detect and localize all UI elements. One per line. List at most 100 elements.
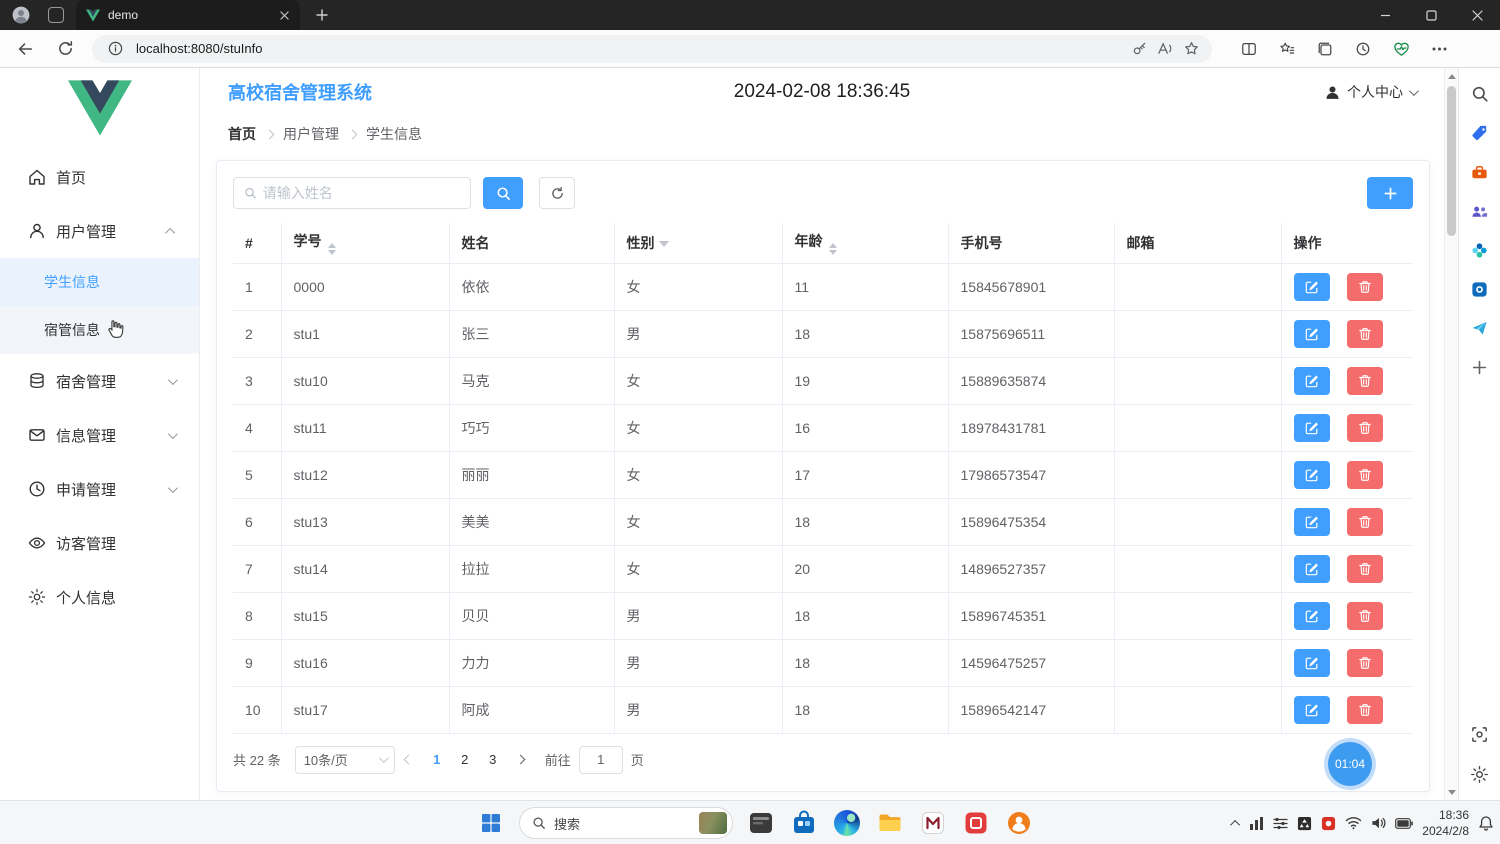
edit-button[interactable] xyxy=(1294,461,1330,489)
recording-timer-bubble[interactable]: 01:04 xyxy=(1328,742,1372,786)
search-button[interactable] xyxy=(483,177,523,209)
delete-button[interactable] xyxy=(1347,414,1383,442)
prev-page-button[interactable] xyxy=(395,746,423,774)
url-text[interactable]: localhost:8080/stuInfo xyxy=(136,41,1126,56)
sidebar-item-home[interactable]: 首页 xyxy=(0,150,199,204)
delete-button[interactable] xyxy=(1347,649,1383,677)
page-size-select[interactable]: 10条/页 xyxy=(295,746,395,774)
person-app-icon[interactable] xyxy=(1004,808,1034,838)
page-button-2[interactable]: 2 xyxy=(451,746,479,774)
notification-bell-icon[interactable] xyxy=(1478,815,1494,832)
breadcrumb-user-management[interactable]: 用户管理 xyxy=(283,124,339,144)
search-input[interactable] xyxy=(263,185,460,201)
page-jumper-input[interactable] xyxy=(579,746,623,774)
tray-graph-icon[interactable] xyxy=(1249,817,1264,830)
start-button[interactable] xyxy=(476,808,506,838)
microsoft-365-icon[interactable] xyxy=(1466,236,1494,264)
name-search-field[interactable] xyxy=(233,177,471,209)
edit-button[interactable] xyxy=(1294,602,1330,630)
edit-button[interactable] xyxy=(1294,273,1330,301)
tray-ime-icon[interactable] xyxy=(1297,816,1312,831)
edit-button[interactable] xyxy=(1294,414,1330,442)
delete-button[interactable] xyxy=(1347,273,1383,301)
designer-icon[interactable] xyxy=(1466,275,1494,303)
delete-button[interactable] xyxy=(1347,555,1383,583)
delete-button[interactable] xyxy=(1347,461,1383,489)
favorites-icon[interactable] xyxy=(1272,34,1302,64)
collections-icon[interactable] xyxy=(1310,34,1340,64)
profile-avatar-icon[interactable] xyxy=(12,6,30,24)
add-student-button[interactable] xyxy=(1367,177,1413,209)
people-icon[interactable] xyxy=(1466,197,1494,225)
profile-menu[interactable]: 个人中心 xyxy=(1324,82,1416,102)
delete-button[interactable] xyxy=(1347,367,1383,395)
page-button-3[interactable]: 3 xyxy=(479,746,507,774)
reload-icon[interactable] xyxy=(50,34,80,64)
toolbox-icon[interactable] xyxy=(1466,158,1494,186)
history-icon[interactable] xyxy=(1348,34,1378,64)
delete-button[interactable] xyxy=(1347,508,1383,536)
battery-icon[interactable] xyxy=(1395,818,1413,829)
split-screen-icon[interactable] xyxy=(1234,34,1264,64)
volume-icon[interactable] xyxy=(1371,816,1386,830)
breadcrumb-home[interactable]: 首页 xyxy=(228,124,256,144)
taskbar-search-box[interactable]: 搜索 xyxy=(519,807,733,839)
browser-tab[interactable]: demo xyxy=(76,0,300,30)
delete-button[interactable] xyxy=(1347,696,1383,724)
sidebar-item-visitor-management[interactable]: 访客管理 xyxy=(0,516,199,570)
scrollbar-thumb[interactable] xyxy=(1447,86,1456,236)
new-tab-button[interactable] xyxy=(310,3,334,27)
read-aloud-icon[interactable] xyxy=(1152,36,1178,62)
wifi-icon[interactable] xyxy=(1345,816,1362,830)
next-page-button[interactable] xyxy=(507,746,535,774)
drop-icon[interactable] xyxy=(1466,314,1494,342)
minimize-button[interactable] xyxy=(1362,0,1408,30)
sidebar-item-dorm-manager-info[interactable]: 宿管信息 xyxy=(0,306,199,354)
sidebar-item-user-management[interactable]: 用户管理 xyxy=(0,204,199,258)
sidebar-item-info-management[interactable]: 信息管理 xyxy=(0,408,199,462)
sort-icons[interactable] xyxy=(829,243,837,255)
edit-button[interactable] xyxy=(1294,508,1330,536)
refresh-button[interactable] xyxy=(539,177,575,209)
add-sidebar-app-icon[interactable] xyxy=(1466,353,1494,381)
tray-red-app-icon[interactable] xyxy=(1321,816,1336,831)
more-menu-icon[interactable] xyxy=(1424,34,1454,64)
tray-mixer-icon[interactable] xyxy=(1273,817,1288,830)
taskbar-clock[interactable]: 18:36 2024/2/8 xyxy=(1422,807,1469,839)
sidebar-settings-gear-icon[interactable] xyxy=(1466,760,1494,788)
file-explorer-icon[interactable] xyxy=(875,808,905,838)
scroll-down-arrow[interactable] xyxy=(1445,784,1459,800)
edit-button[interactable] xyxy=(1294,367,1330,395)
browser-essentials-icon[interactable] xyxy=(1386,34,1416,64)
password-key-icon[interactable] xyxy=(1126,36,1152,62)
maximize-button[interactable] xyxy=(1408,0,1454,30)
site-info-icon[interactable] xyxy=(102,36,128,62)
back-icon[interactable] xyxy=(10,34,40,64)
workspaces-icon[interactable] xyxy=(48,7,64,23)
screen-capture-icon[interactable] xyxy=(1466,720,1494,748)
address-bar[interactable]: localhost:8080/stuInfo xyxy=(92,35,1212,63)
sort-icons[interactable] xyxy=(328,243,336,255)
red-app-icon[interactable] xyxy=(961,808,991,838)
mail-m-app-icon[interactable] xyxy=(918,808,948,838)
sidebar-item-dorm-management[interactable]: 宿舍管理 xyxy=(0,354,199,408)
dark-window-app-icon[interactable] xyxy=(746,808,776,838)
scroll-up-arrow[interactable] xyxy=(1445,68,1459,84)
store-app-icon[interactable] xyxy=(789,808,819,838)
sidebar-search-icon[interactable] xyxy=(1466,80,1494,108)
filter-icon[interactable] xyxy=(659,241,669,247)
edit-button[interactable] xyxy=(1294,696,1330,724)
vertical-scrollbar[interactable] xyxy=(1444,68,1458,800)
edit-button[interactable] xyxy=(1294,320,1330,348)
close-window-button[interactable] xyxy=(1454,0,1500,30)
edit-button[interactable] xyxy=(1294,649,1330,677)
shopping-icon[interactable] xyxy=(1466,119,1494,147)
tab-close-icon[interactable] xyxy=(276,7,292,23)
sidebar-item-application-management[interactable]: 申请管理 xyxy=(0,462,199,516)
sidebar-item-personal-info[interactable]: 个人信息 xyxy=(0,570,199,624)
add-favorite-icon[interactable] xyxy=(1178,36,1204,62)
edit-button[interactable] xyxy=(1294,555,1330,583)
delete-button[interactable] xyxy=(1347,320,1383,348)
delete-button[interactable] xyxy=(1347,602,1383,630)
edge-app-icon[interactable] xyxy=(832,808,862,838)
